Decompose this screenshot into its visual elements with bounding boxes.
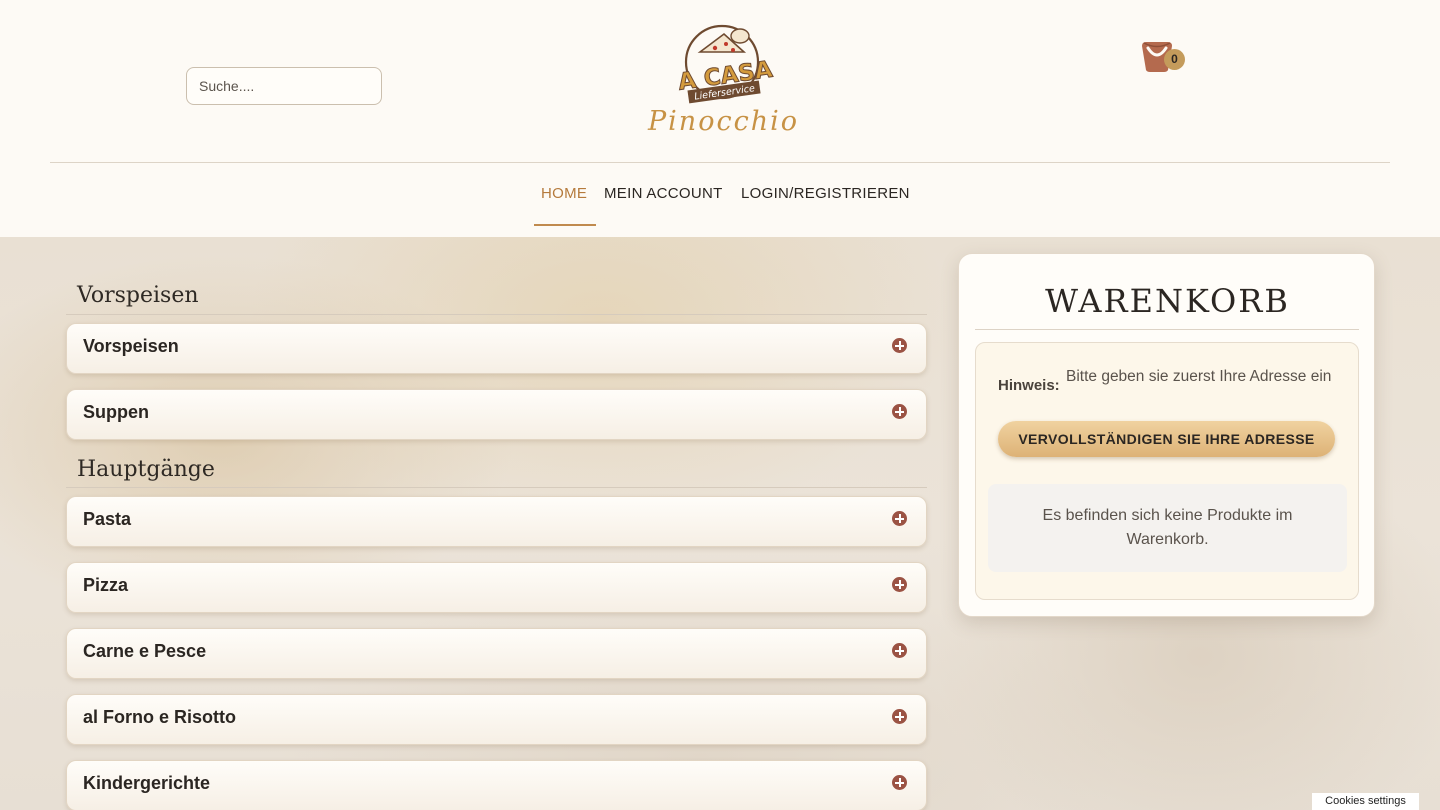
section-divider — [66, 314, 927, 315]
plus-circle-icon[interactable] — [892, 404, 907, 419]
category-label: Pizza — [83, 575, 129, 595]
section-divider — [66, 487, 927, 488]
empty-cart-message: Es befinden sich keine Produkte im Waren… — [988, 484, 1347, 572]
cart-title: WARENKORB — [1045, 282, 1290, 320]
cart-title-divider — [975, 329, 1359, 330]
category-al-forno-e-risotto[interactable]: al Forno e Risotto — [66, 694, 927, 745]
category-pizza[interactable]: Pizza — [66, 562, 927, 613]
category-label: Carne e Pesce — [83, 641, 207, 661]
cart-panel: WARENKORB Hinweis: Bitte geben sie zuers… — [958, 253, 1375, 617]
plus-circle-icon[interactable] — [892, 709, 907, 724]
plus-circle-icon[interactable] — [892, 643, 907, 658]
nav-item-home[interactable]: HOME — [541, 185, 587, 205]
section-heading-vorspeisen: Vorspeisen — [77, 283, 199, 308]
hint-label: Hinweis: — [998, 377, 1060, 394]
nav-item-login-registrieren[interactable]: LOGIN/REGISTRIEREN — [741, 185, 910, 205]
plus-circle-icon[interactable] — [892, 577, 907, 592]
category-carne-e-pesce[interactable]: Carne e Pesce — [66, 628, 927, 679]
category-label: Suppen — [83, 402, 149, 422]
category-kindergerichte[interactable]: Kindergerichte — [66, 760, 927, 810]
plus-circle-icon[interactable] — [892, 338, 907, 353]
cookies-settings-button[interactable]: Cookies settings — [1312, 793, 1419, 810]
plus-circle-icon[interactable] — [892, 775, 907, 790]
cart-content-box: Hinweis: Bitte geben sie zuerst Ihre Adr… — [975, 342, 1359, 600]
category-label: Vorspeisen — [83, 336, 179, 356]
category-label: al Forno e Risotto — [83, 707, 236, 727]
category-suppen[interactable]: Suppen — [66, 389, 927, 440]
complete-address-button[interactable]: VERVOLLSTÄNDIGEN SIE IHRE ADRESSE — [998, 421, 1335, 457]
logo[interactable]: A CASA Lieferservice Pinocchio — [640, 22, 800, 150]
logo-script-text: Pinocchio — [647, 106, 799, 137]
hint-text: Bitte geben sie zuerst Ihre Adresse ein — [1066, 368, 1332, 385]
category-label: Kindergerichte — [83, 773, 211, 793]
category-label: Pasta — [83, 509, 132, 529]
nav-active-underline — [534, 224, 596, 226]
nav-item-mein-account[interactable]: MEIN ACCOUNT — [604, 185, 723, 205]
search-input[interactable] — [186, 67, 382, 105]
section-heading-hauptgaenge: Hauptgänge — [77, 457, 215, 482]
main-nav: HOME MEIN ACCOUNT LOGIN/REGISTRIEREN — [0, 163, 1440, 237]
category-vorspeisen[interactable]: Vorspeisen — [66, 323, 927, 374]
category-pasta[interactable]: Pasta — [66, 496, 927, 547]
plus-circle-icon[interactable] — [892, 511, 907, 526]
cart-count-badge: 0 — [1164, 49, 1185, 70]
site-header: A CASA Lieferservice Pinocchio 0 HOME ME… — [0, 0, 1440, 237]
